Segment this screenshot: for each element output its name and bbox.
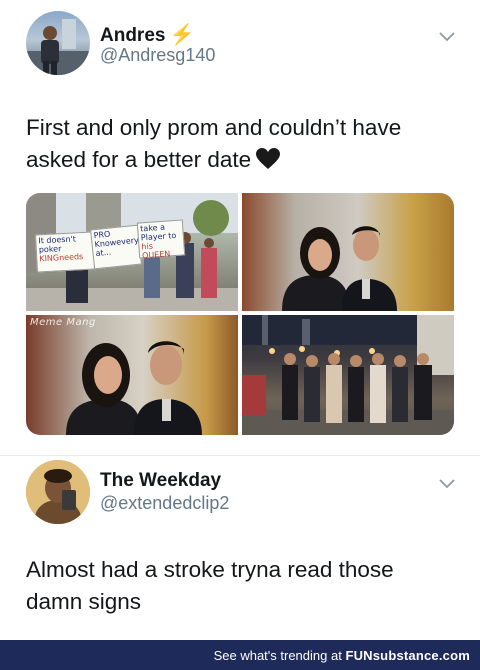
author-name[interactable]: The Weekday (100, 470, 221, 492)
photo-couple-closeup[interactable]: Meme Mang (26, 315, 238, 435)
footer-text[interactable]: See what's trending at FUNsubstance.com (214, 648, 470, 663)
author-handle[interactable]: @Andresg140 (100, 45, 215, 66)
photo-grid[interactable]: It doesn't poker KINGneeds PRO Knowevery… (26, 193, 454, 435)
avatar[interactable] (26, 11, 90, 75)
avatar-photo (26, 19, 90, 75)
chevron-down-icon[interactable] (437, 26, 457, 46)
avatar-photo (26, 460, 90, 524)
tweet-text: Almost had a stroke tryna read those dam… (26, 557, 394, 614)
sign-left: It doesn't poker KINGneeds (35, 231, 95, 273)
author-name-text[interactable]: Andres (100, 25, 165, 46)
avatar[interactable] (26, 460, 90, 524)
sign-right: take a Player to his QUEEN (136, 219, 186, 261)
photo-watermark: Meme Mang (30, 317, 96, 328)
chevron-down-icon[interactable] (437, 473, 457, 493)
sign-text: his QUEEN (141, 241, 171, 261)
photo-group[interactable] (242, 315, 454, 435)
footer-brand-link[interactable]: FUNsubstance.com (345, 648, 470, 663)
photo-group-scene (242, 315, 454, 435)
black-heart-icon (256, 148, 281, 169)
tweet-original: Andres ⚡ @Andresg140 First and only prom … (0, 0, 480, 455)
lightning-bolt-icon: ⚡ (169, 24, 195, 46)
photo-couple[interactable] (242, 193, 454, 311)
tweet-text-content: First and only prom and couldn’t have as… (26, 115, 402, 172)
footer-lead-text: See what's trending at (213, 648, 342, 663)
photo-signs[interactable]: It doesn't poker KINGneeds PRO Knowevery… (26, 193, 238, 311)
sign-text: KINGneeds (39, 252, 84, 264)
author-handle[interactable]: @extendedclip2 (100, 493, 229, 514)
sign-middle: PRO Knowevery at... (90, 224, 142, 270)
tweet-text: First and only prom and couldn’t have as… (26, 112, 456, 176)
photo-couple-scene (282, 226, 397, 311)
author-name[interactable]: Andres ⚡ (100, 22, 194, 47)
footer-banner[interactable]: See what's trending at FUNsubstance.com (0, 640, 480, 670)
photo-couple-closeup-scene (66, 341, 202, 435)
